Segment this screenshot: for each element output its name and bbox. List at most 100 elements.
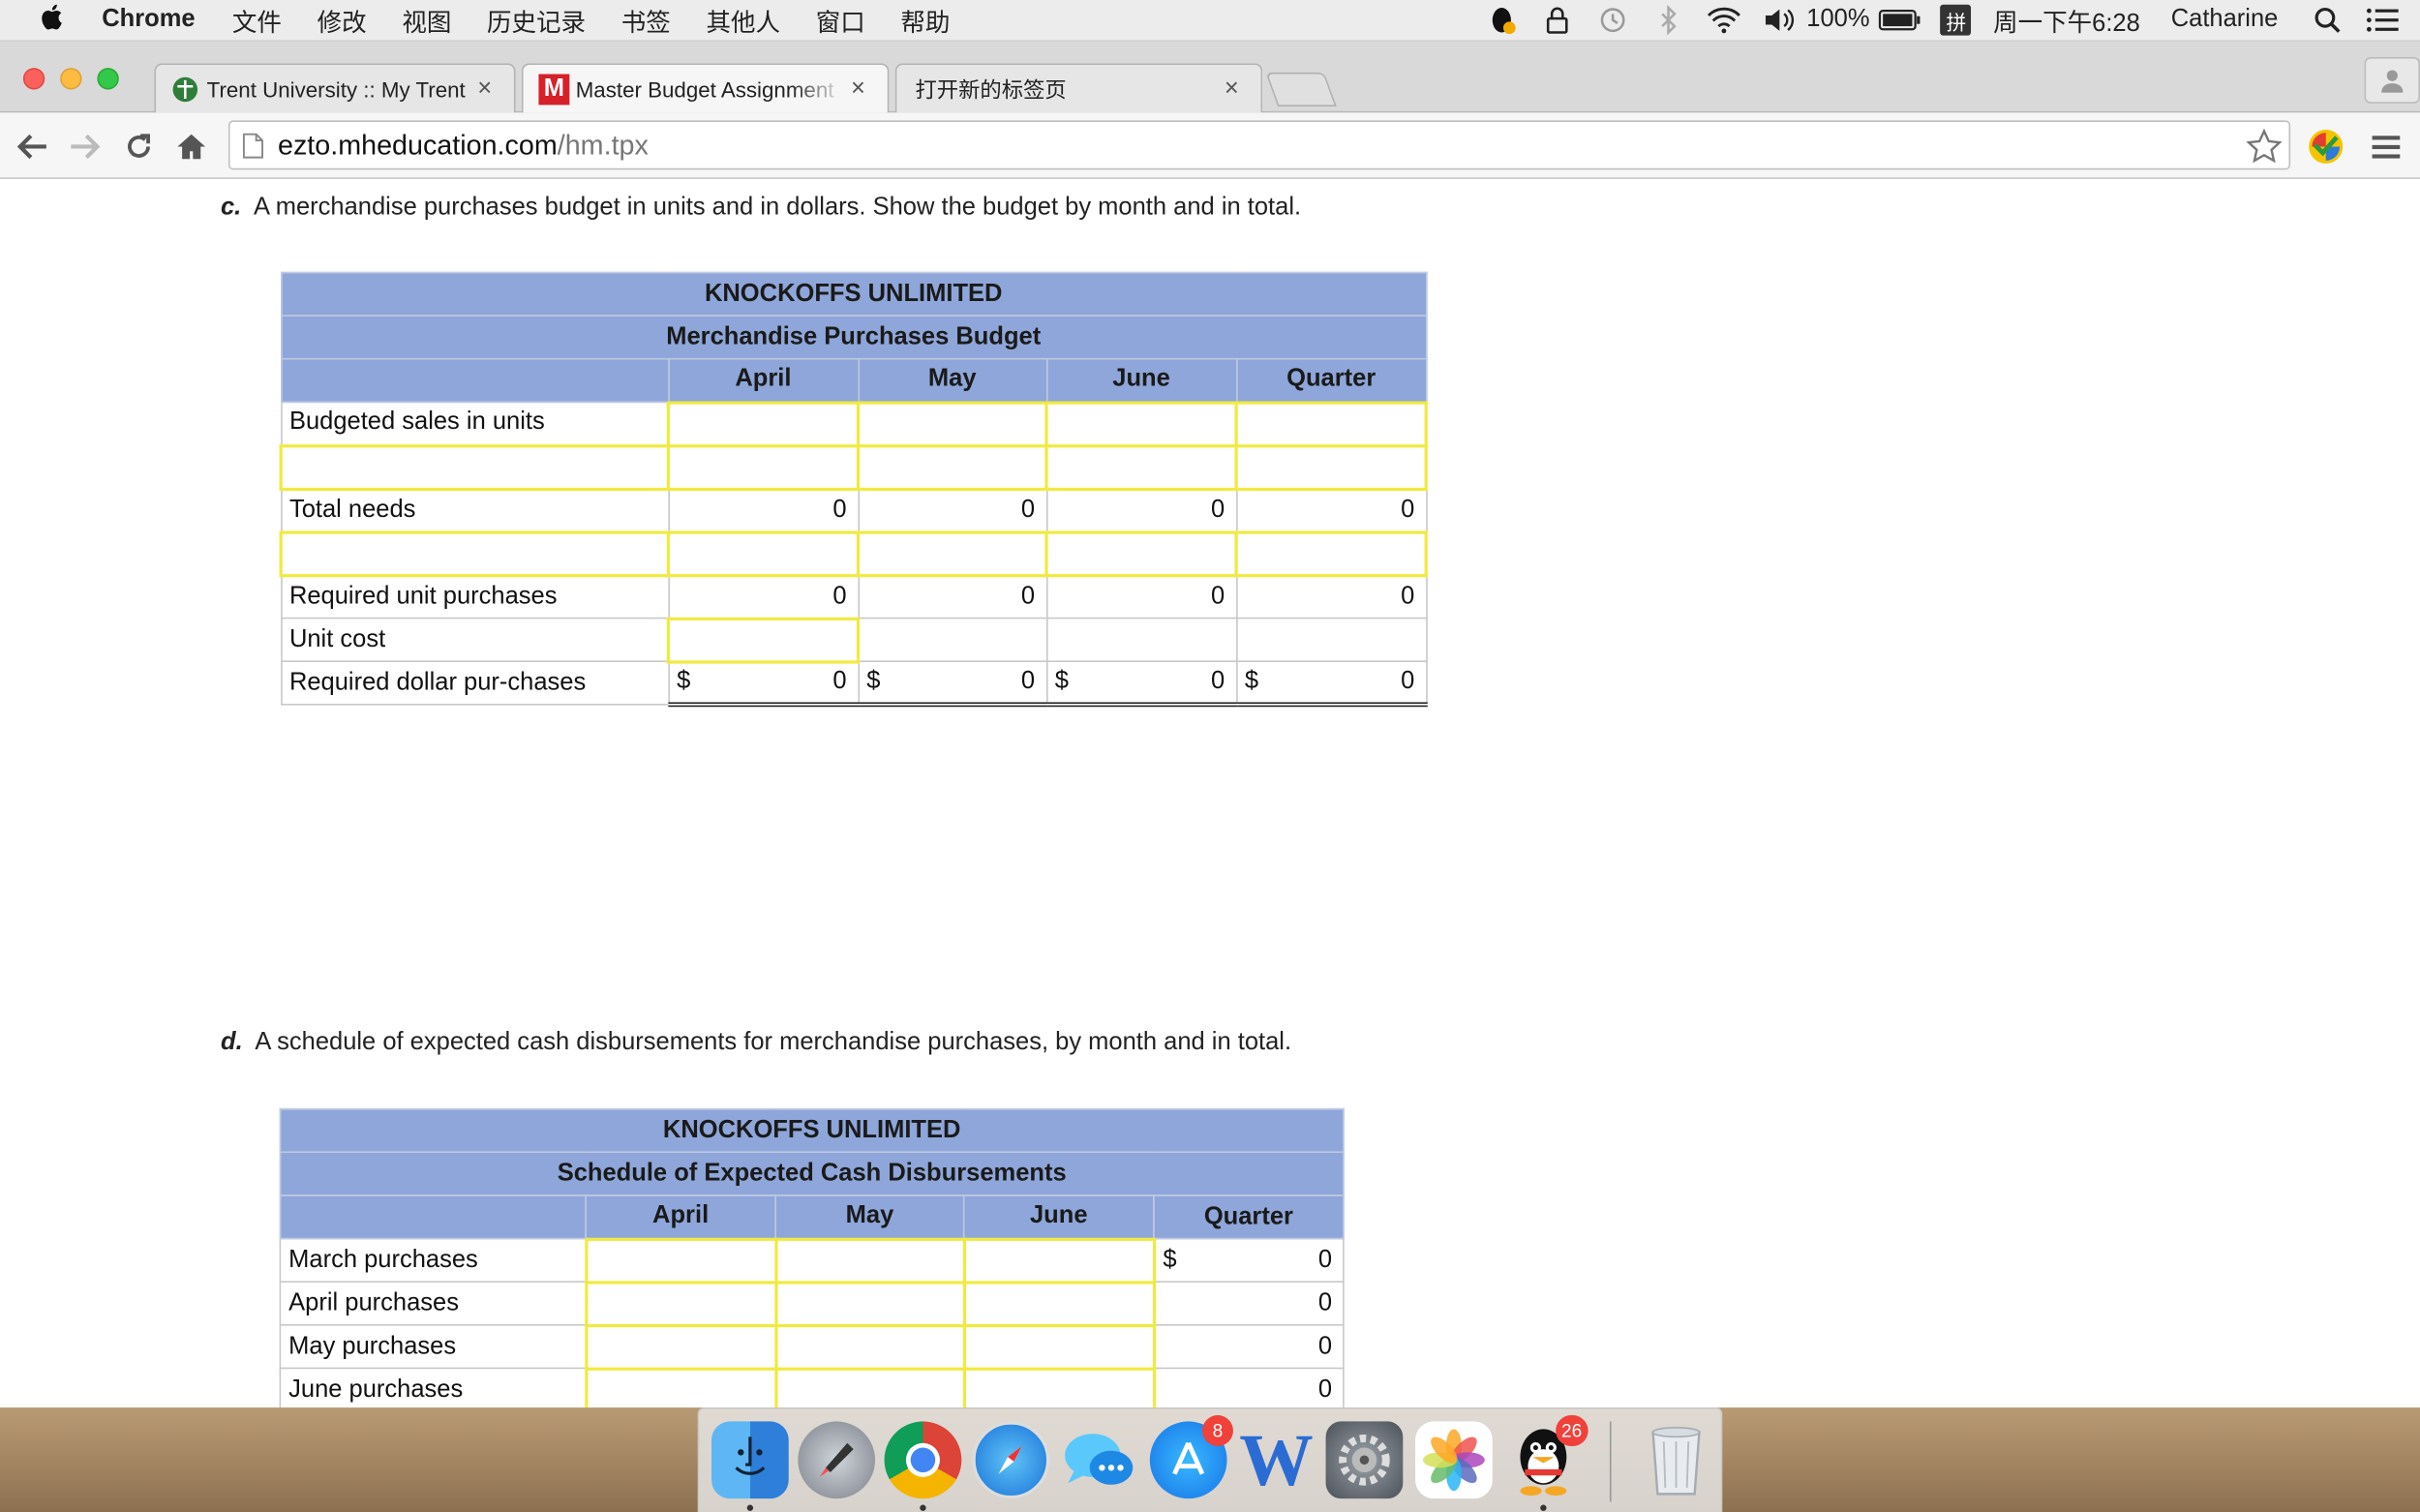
column-header-june: June — [962, 1194, 1155, 1240]
header-blank — [280, 357, 670, 404]
new-tab-button[interactable] — [1265, 72, 1337, 107]
april-purchases-may-input[interactable] — [773, 1280, 966, 1327]
app-store-icon[interactable]: 8 — [1149, 1415, 1233, 1499]
menu-history[interactable]: 历史记录 — [487, 2, 586, 39]
word-icon[interactable]: W — [1238, 1419, 1316, 1501]
home-icon[interactable] — [171, 127, 211, 166]
input-method-indicator[interactable]: 拼 — [1940, 4, 1972, 36]
close-window-button[interactable] — [22, 68, 45, 90]
april-purchases-june-input[interactable] — [962, 1280, 1156, 1327]
messages-icon[interactable] — [1060, 1421, 1137, 1498]
dock: 8 W 26 — [697, 1407, 1723, 1512]
row-label-input[interactable] — [279, 529, 670, 577]
row2-june-input[interactable] — [1044, 443, 1238, 491]
may-purchases-june-input[interactable] — [962, 1323, 1156, 1371]
notification-center-icon[interactable] — [2355, 0, 2410, 41]
unit-cost-april-input[interactable] — [666, 616, 861, 663]
row-label: March purchases — [279, 1237, 587, 1283]
column-header-april: April — [667, 357, 860, 404]
budgeted-sales-may-input[interactable] — [856, 400, 1048, 447]
volume-icon[interactable] — [1751, 0, 1806, 41]
total-needs-may: 0 — [857, 487, 1047, 533]
row-label-input[interactable] — [279, 443, 670, 491]
battery-icon[interactable] — [1873, 0, 1928, 41]
column-header-april: April — [585, 1194, 776, 1240]
tab-trent-university[interactable]: Trent University :: My Trent × — [154, 63, 516, 113]
row2-may-input[interactable] — [856, 443, 1048, 491]
forward-arrow-icon[interactable] — [65, 127, 105, 166]
keychain-lock-icon[interactable] — [1528, 0, 1584, 41]
menubar-clock[interactable]: 周一下午6:28 — [1993, 2, 2140, 39]
finder-icon[interactable] — [711, 1421, 789, 1511]
may-purchases-may-input[interactable] — [773, 1323, 966, 1371]
bookmark-star-icon[interactable] — [2246, 128, 2283, 172]
minimize-window-button[interactable] — [60, 68, 82, 90]
march-purchases-april-input[interactable] — [584, 1236, 777, 1284]
chrome-icon[interactable] — [884, 1421, 962, 1511]
budgeted-sales-june-input[interactable] — [1044, 400, 1238, 447]
column-header-quarter: Quarter — [1235, 357, 1428, 404]
menu-view[interactable]: 视图 — [402, 2, 451, 39]
system-preferences-icon[interactable] — [1325, 1421, 1404, 1499]
profile-avatar-icon[interactable] — [2364, 56, 2420, 104]
reload-icon[interactable] — [119, 127, 159, 166]
wifi-icon[interactable] — [1696, 0, 1751, 41]
budgeted-sales-quarter-input[interactable] — [1234, 400, 1428, 447]
may-purchases-april-input[interactable] — [584, 1323, 777, 1371]
currency-symbol: $ — [866, 668, 881, 695]
table-row: June purchases 0 — [279, 1366, 1345, 1408]
menu-bookmarks[interactable]: 书签 — [621, 2, 671, 39]
menu-edit[interactable]: 修改 — [318, 2, 367, 39]
page-info-icon[interactable] — [242, 133, 264, 166]
cell-value: 0 — [1210, 668, 1225, 695]
row4-june-input[interactable] — [1044, 529, 1238, 577]
qq-icon[interactable]: 26 — [1505, 1415, 1588, 1511]
back-arrow-icon[interactable] — [13, 127, 52, 166]
zoom-window-button[interactable] — [97, 68, 119, 90]
chrome-menu-icon[interactable] — [2366, 127, 2405, 166]
row4-may-input[interactable] — [856, 529, 1048, 577]
row4-quarter-input[interactable] — [1234, 529, 1428, 577]
safari-icon[interactable] — [972, 1421, 1050, 1499]
march-purchases-quarter: $0 — [1153, 1237, 1345, 1283]
row2-quarter-input[interactable] — [1234, 443, 1428, 491]
app-store-badge: 8 — [1202, 1415, 1233, 1446]
tab-master-budget[interactable]: M Master Budget Assignment × — [521, 63, 890, 113]
june-purchases-june-input[interactable] — [962, 1366, 1156, 1408]
table-row: Required dollar pur-chases $0 $0 $0 $0 — [280, 660, 1428, 708]
menu-people[interactable]: 其他人 — [706, 2, 780, 39]
unit-cost-quarter — [1235, 617, 1428, 662]
fast-user-switch[interactable]: Catharine — [2171, 6, 2279, 34]
time-machine-icon[interactable] — [1585, 0, 1640, 41]
extension-icon[interactable] — [2306, 127, 2345, 166]
spotlight-search-icon[interactable] — [2300, 0, 2355, 41]
row4-april-input[interactable] — [666, 529, 861, 577]
trash-icon[interactable] — [1638, 1421, 1715, 1498]
close-tab-icon[interactable]: × — [470, 75, 499, 103]
apple-menu-icon[interactable] — [0, 2, 102, 38]
june-purchases-may-input[interactable] — [773, 1366, 966, 1408]
menu-file[interactable]: 文件 — [232, 2, 282, 39]
close-tab-icon[interactable]: × — [844, 75, 872, 103]
menu-window[interactable]: 窗口 — [816, 2, 865, 39]
close-tab-icon[interactable]: × — [1218, 75, 1246, 103]
tab-title: Trent University :: My Trent — [206, 76, 466, 102]
april-purchases-april-input[interactable] — [584, 1280, 777, 1327]
app-menu-chrome[interactable]: Chrome — [102, 6, 195, 34]
june-purchases-quarter: 0 — [1153, 1367, 1345, 1408]
march-purchases-may-input[interactable] — [773, 1236, 966, 1284]
cell-value: 0 — [832, 668, 847, 695]
march-purchases-june-input[interactable] — [962, 1236, 1156, 1284]
address-bar[interactable]: ezto.mheducation.com/hm.tpx — [227, 120, 2291, 172]
menu-help[interactable]: 帮助 — [900, 2, 950, 39]
june-purchases-april-input[interactable] — [584, 1366, 777, 1408]
launchpad-icon[interactable] — [798, 1421, 876, 1499]
battery-percent: 100% — [1806, 6, 1870, 33]
row2-april-input[interactable] — [666, 443, 861, 491]
bluetooth-icon[interactable] — [1640, 0, 1695, 41]
tab-new-tab[interactable]: 打开新的标签页 × — [894, 63, 1263, 113]
row-label: Required unit purchases — [280, 574, 670, 620]
qq-status-icon[interactable] — [1473, 0, 1528, 41]
photos-icon[interactable] — [1415, 1421, 1493, 1499]
budgeted-sales-april-input[interactable] — [666, 400, 861, 447]
